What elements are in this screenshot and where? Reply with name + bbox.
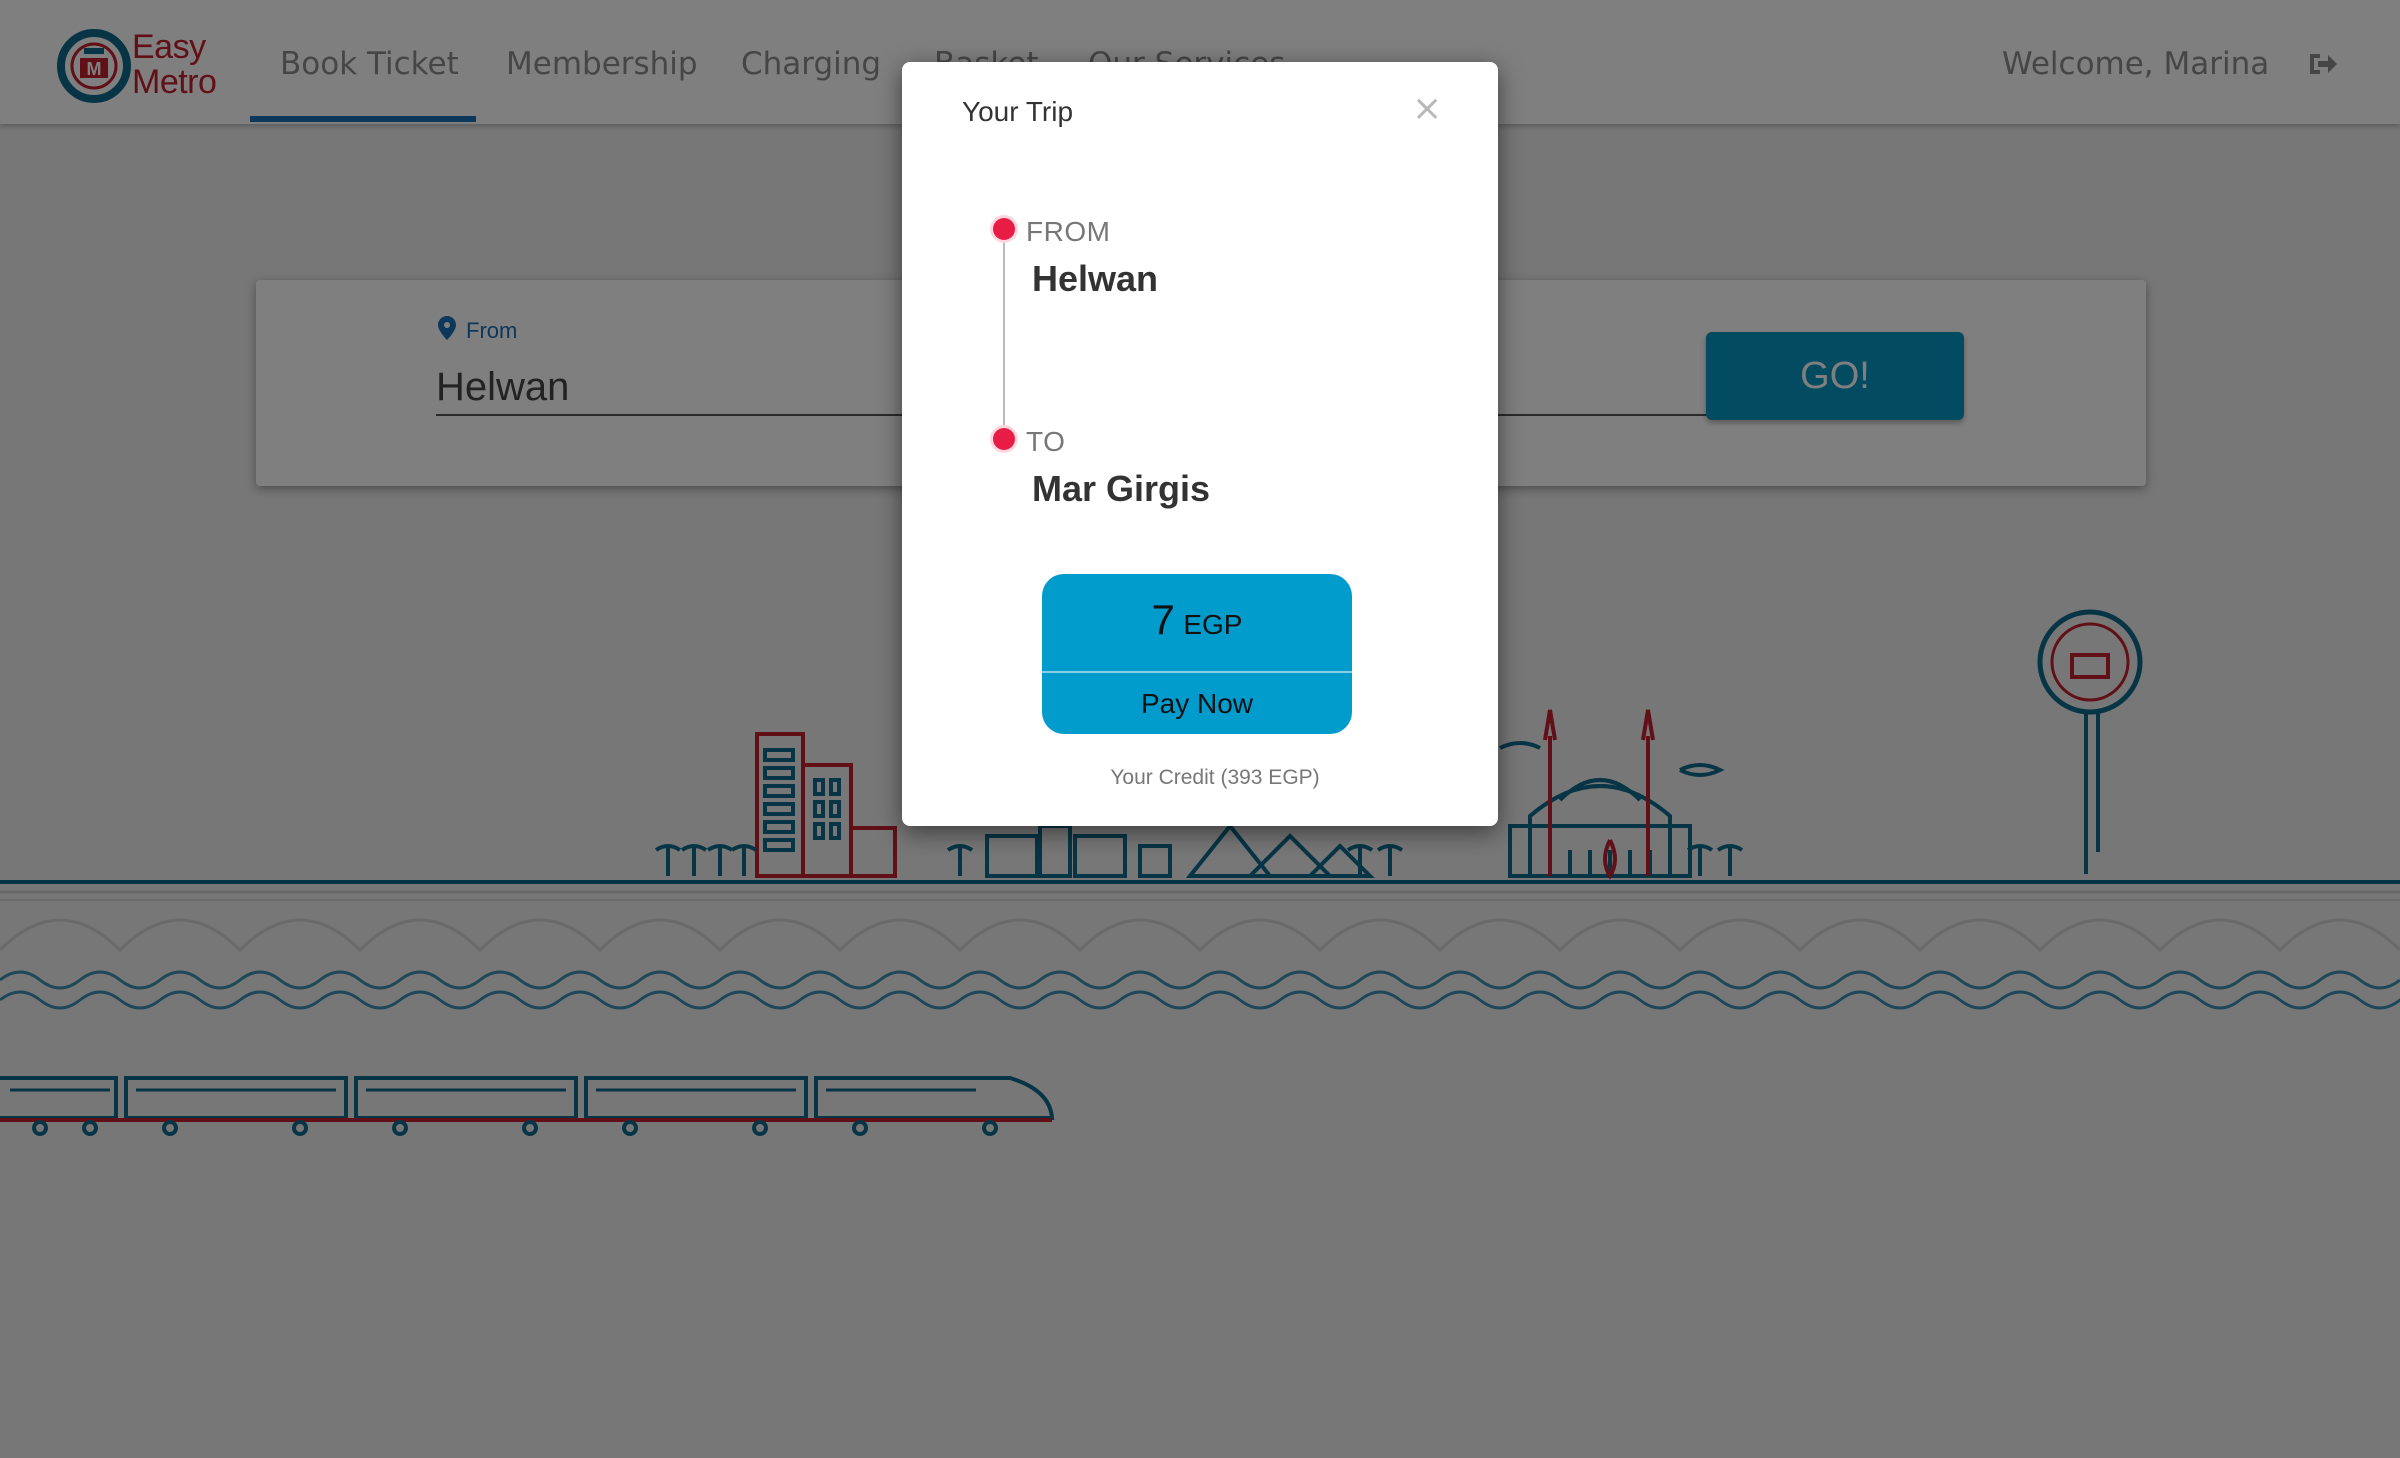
route-connector-line [1003,232,1005,442]
fare-card: 7 EGP Pay Now [1042,574,1352,734]
to-tag: TO [1026,426,1066,457]
destination-station-name: Mar Girgis [1032,468,1211,509]
trip-summary-modal: Your Trip × FROM Helwan TO Mar Girgis 7 … [902,62,1498,826]
close-button[interactable]: × [1412,88,1442,129]
fare-amount: 7 EGP [1042,596,1352,644]
fare-value: 7 [1151,596,1175,643]
fare-currency: EGP [1183,609,1243,640]
fare-divider [1042,671,1352,673]
credit-balance: Your Credit (393 EGP) [1110,766,1320,789]
origin-station-name: Helwan [1032,258,1159,299]
credit-balance-wrapper: Your Credit (393 EGP) [902,766,1498,790]
modal-title: Your Trip [962,96,1074,127]
origin-dot-icon [993,218,1015,240]
from-tag: FROM [1026,216,1111,247]
pay-now-button[interactable]: Pay Now [1042,674,1352,734]
destination-dot-icon [993,428,1015,450]
